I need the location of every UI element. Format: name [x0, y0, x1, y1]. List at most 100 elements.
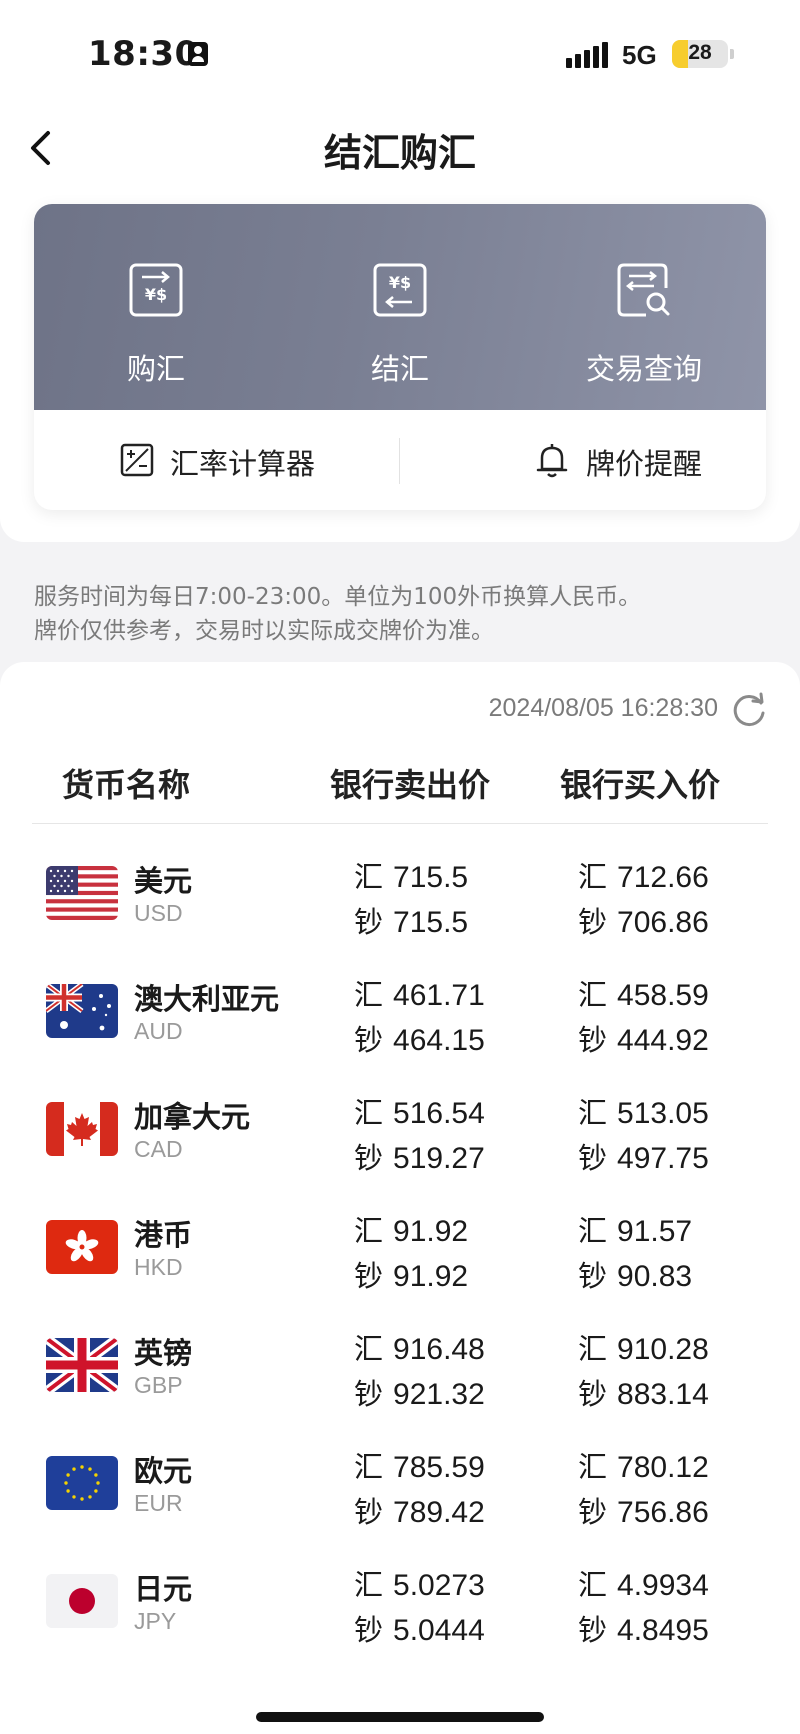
- bell-icon: [536, 444, 568, 478]
- currency-code: JPY: [134, 1608, 177, 1634]
- person-icon: [188, 42, 208, 66]
- rate-type-label: 钞: [578, 1141, 608, 1175]
- sell-remit-rate: 汇 785.59: [354, 1444, 485, 1486]
- calculator-button[interactable]: 汇率计算器: [34, 410, 400, 510]
- currency-code: HKD: [134, 1254, 183, 1280]
- svg-text:¥$: ¥$: [389, 273, 411, 292]
- rate-value: 461.71: [393, 979, 485, 1012]
- sell-cash-rate: 钞 715.5: [354, 899, 468, 941]
- currency-row-eur[interactable]: 欧元 EUR 汇 785.59 钞 789.42 汇 780.12 钞 756.86: [0, 1442, 800, 1560]
- rate-type-label: 汇: [578, 1568, 608, 1602]
- currency-name: 港币: [134, 1218, 193, 1252]
- au-flag: [46, 984, 118, 1038]
- transaction-query-button[interactable]: 交易查询: [522, 204, 766, 410]
- rate-type-label: 汇: [578, 1450, 608, 1484]
- rate-type-label: 钞: [578, 1495, 608, 1529]
- status-bar: 18:30 5G 28: [0, 0, 800, 100]
- update-time: 2024/08/05 16:28:30: [488, 694, 718, 722]
- card-banner: ¥$ 购汇 ¥$ 结汇 交易查询: [34, 204, 766, 410]
- buy-remit-rate: 汇 513.05: [578, 1090, 709, 1132]
- gb-flag: [46, 1338, 118, 1392]
- rate-value: 516.54: [393, 1097, 485, 1130]
- home-indicator[interactable]: [256, 1712, 544, 1722]
- refresh-icon[interactable]: [730, 692, 768, 730]
- card-tools: 汇率计算器 牌价提醒: [34, 410, 766, 510]
- rate-value: 706.86: [617, 906, 709, 939]
- notice-line-1: 服务时间为每日7:00-23:00。单位为100外币换算人民币。: [34, 584, 642, 610]
- rate-value: 780.12: [617, 1451, 709, 1484]
- sell-cash-rate: 钞 5.0444: [354, 1607, 485, 1649]
- action-card: ¥$ 购汇 ¥$ 结汇 交易查询 汇率计算器 牌价提醒: [34, 204, 766, 510]
- rates-panel: 2024/08/05 16:28:30 货币名称 银行卖出价 银行买入价 美元 U…: [0, 662, 800, 1734]
- buy-cash-rate: 钞 706.86: [578, 899, 709, 941]
- currency-code: GBP: [134, 1372, 183, 1398]
- buy-exchange-icon: ¥$: [129, 263, 183, 317]
- currency-code: USD: [134, 900, 183, 926]
- buy-cash-rate: 钞 444.92: [578, 1017, 709, 1059]
- rate-type-label: 钞: [578, 1259, 608, 1293]
- rate-value: 5.0273: [393, 1569, 485, 1602]
- sell-remit-rate: 汇 5.0273: [354, 1562, 485, 1604]
- rate-type-label: 钞: [354, 1613, 384, 1647]
- rate-value: 756.86: [617, 1496, 709, 1529]
- currency-code: EUR: [134, 1490, 183, 1516]
- rate-value: 4.8495: [617, 1614, 709, 1647]
- rate-type-label: 汇: [578, 860, 608, 894]
- rate-value: 789.42: [393, 1496, 485, 1529]
- rate-type-label: 汇: [354, 1450, 384, 1484]
- header-divider: [32, 823, 768, 824]
- settle-exchange-label: 结汇: [370, 352, 429, 386]
- buy-cash-rate: 钞 756.86: [578, 1489, 709, 1531]
- settle-exchange-button[interactable]: ¥$ 结汇: [278, 204, 522, 410]
- rate-value: 921.32: [393, 1378, 485, 1411]
- currency-row-gbp[interactable]: 英镑 GBP 汇 916.48 钞 921.32 汇 910.28 钞 883.14: [0, 1324, 800, 1442]
- rate-value: 715.5: [393, 906, 469, 939]
- rate-type-label: 汇: [354, 1096, 384, 1130]
- rate-value: 883.14: [617, 1378, 709, 1411]
- rate-value: 513.05: [617, 1097, 709, 1130]
- currency-name: 日元: [134, 1572, 193, 1606]
- rate-value: 464.15: [393, 1024, 485, 1057]
- sell-remit-rate: 汇 461.71: [354, 972, 485, 1014]
- currency-name: 加拿大元: [134, 1100, 251, 1134]
- price-alert-button[interactable]: 牌价提醒: [400, 410, 766, 510]
- rate-type-label: 汇: [578, 1332, 608, 1366]
- currency-row-hkd[interactable]: 港币 HKD 汇 91.92 钞 91.92 汇 91.57 钞 90.83: [0, 1206, 800, 1324]
- rate-value: 90.83: [617, 1260, 693, 1293]
- sell-cash-rate: 钞 91.92: [354, 1253, 468, 1295]
- settle-exchange-icon: ¥$: [373, 263, 427, 317]
- buy-cash-rate: 钞 883.14: [578, 1371, 709, 1413]
- sell-cash-rate: 钞 921.32: [354, 1371, 485, 1413]
- rate-type-label: 汇: [578, 1214, 608, 1248]
- buy-cash-rate: 钞 4.8495: [578, 1607, 709, 1649]
- buy-cash-rate: 钞 90.83: [578, 1253, 692, 1295]
- buy-exchange-label: 购汇: [126, 352, 185, 386]
- rate-type-label: 汇: [354, 1332, 384, 1366]
- currency-code: AUD: [134, 1018, 183, 1044]
- rate-type-label: 钞: [578, 1023, 608, 1057]
- rate-value: 444.92: [617, 1024, 709, 1057]
- currency-row-cad[interactable]: 加拿大元 CAD 汇 516.54 钞 519.27 汇 513.05 钞 497.75: [0, 1088, 800, 1206]
- us-flag: [46, 866, 118, 920]
- jp-flag: [46, 1574, 118, 1628]
- price-alert-label: 牌价提醒: [586, 447, 703, 481]
- rate-type-label: 钞: [354, 1023, 384, 1057]
- buy-remit-rate: 汇 780.12: [578, 1444, 709, 1486]
- currency-name: 澳大利亚元: [134, 982, 280, 1016]
- rate-value: 785.59: [393, 1451, 485, 1484]
- buy-remit-rate: 汇 91.57: [578, 1208, 692, 1250]
- currency-row-aud[interactable]: 澳大利亚元 AUD 汇 461.71 钞 464.15 汇 458.59 钞 444.92: [0, 970, 800, 1088]
- rate-value: 458.59: [617, 979, 709, 1012]
- battery-icon: 28: [672, 40, 728, 68]
- buy-remit-rate: 汇 910.28: [578, 1326, 709, 1368]
- signal-icon: [566, 42, 610, 68]
- currency-row-jpy[interactable]: 日元 JPY 汇 5.0273 钞 5.0444 汇 4.9934 钞 4.8495: [0, 1560, 800, 1678]
- svg-text:¥$: ¥$: [145, 285, 167, 304]
- buy-remit-rate: 汇 712.66: [578, 854, 709, 896]
- buy-exchange-button[interactable]: ¥$ 购汇: [34, 204, 278, 410]
- buy-remit-rate: 汇 458.59: [578, 972, 709, 1014]
- rate-type-label: 汇: [578, 1096, 608, 1130]
- rate-type-label: 钞: [354, 1141, 384, 1175]
- network-type: 5G: [622, 40, 657, 70]
- currency-row-usd[interactable]: 美元 USD 汇 715.5 钞 715.5 汇 712.66 钞 706.86: [0, 852, 800, 970]
